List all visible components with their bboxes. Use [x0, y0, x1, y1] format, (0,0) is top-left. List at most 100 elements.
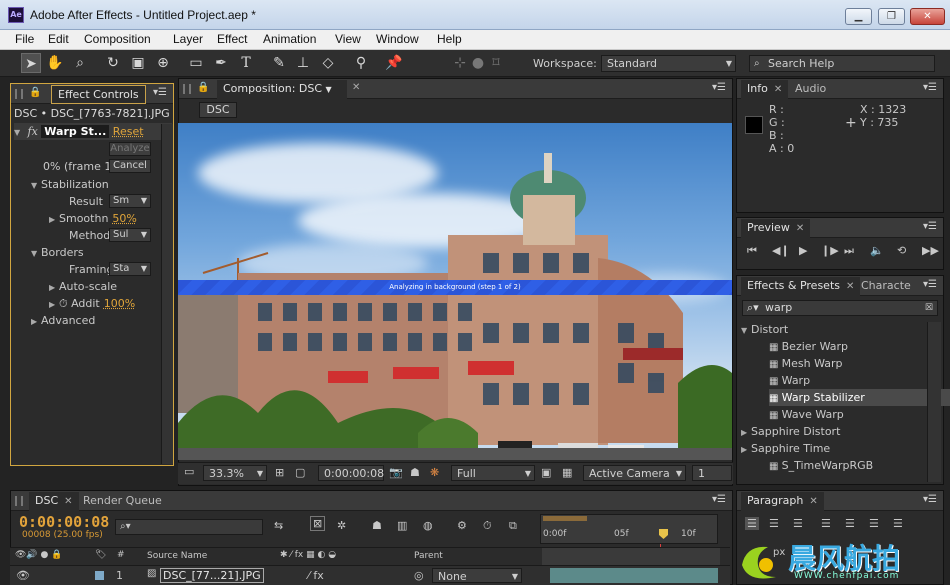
panel-menu-icon[interactable]: ▾☰	[712, 494, 726, 505]
expand-triangle-icon[interactable]: ▼	[31, 177, 41, 194]
comp-mini-flowchart-icon[interactable]: ⇆	[274, 519, 283, 532]
effects-category-row[interactable]: ▶ Sapphire Time	[741, 440, 929, 457]
region-of-interest-icon[interactable]: ▣	[541, 466, 551, 479]
play-icon[interactable]: ▶	[799, 244, 807, 257]
effect-prop-select[interactable]: Sm ▼	[109, 194, 151, 208]
panel-menu-icon[interactable]: ▾☰	[923, 221, 937, 232]
close-tab-icon[interactable]: ✕	[796, 223, 804, 234]
effects-item-row[interactable]: ▦ Mesh Warp	[769, 355, 950, 372]
source-name-header[interactable]: Source Name	[147, 551, 207, 561]
selection-tool-icon[interactable]: ➤	[21, 53, 41, 73]
effect-prop-row[interactable]: Method	[59, 227, 110, 244]
effect-prop-select[interactable]: Sta ▼	[109, 262, 151, 276]
cancel-button[interactable]: Cancel	[109, 159, 151, 173]
panel-menu-icon[interactable]: ▾☰	[712, 82, 726, 93]
audio-icon[interactable]: 🔈	[870, 244, 884, 257]
time-ruler[interactable]: 0:00f 05f 10f	[540, 514, 718, 544]
lock-icon[interactable]: 🔒	[29, 87, 41, 98]
menu-effect[interactable]: Effect	[217, 32, 247, 46]
effect-prop-row[interactable]: ▶ Smoothn 50%	[49, 210, 137, 227]
view-axis-icon[interactable]: ⌑	[486, 53, 506, 73]
work-area-bar[interactable]	[543, 516, 587, 521]
panel-menu-icon[interactable]: ▾☰	[153, 87, 167, 98]
current-time-display[interactable]: 0:00:00:08	[318, 465, 384, 481]
zoom-tool-icon[interactable]: ⌕	[70, 53, 90, 73]
effect-prop-row[interactable]: Result	[59, 193, 103, 210]
channel-icon[interactable]: ❋	[430, 466, 439, 479]
panel-grip-icon[interactable]	[15, 496, 23, 506]
menu-layer[interactable]: Layer	[173, 32, 203, 46]
effect-prop-row[interactable]: Framing	[59, 261, 114, 278]
roto-brush-tool-icon[interactable]: ⚲	[351, 53, 371, 73]
brush-tool-icon[interactable]: ✎	[269, 53, 289, 73]
mask-visibility-icon[interactable]: ▢	[295, 466, 305, 479]
collapse-triangle-icon[interactable]: ▼	[14, 124, 24, 141]
tab-render-queue[interactable]: Render Queue	[77, 492, 168, 511]
effect-prop-row[interactable]: ▼ Stabilization	[31, 176, 109, 193]
effect-prop-row[interactable]: ▶ Advanced	[31, 312, 95, 329]
tab-info[interactable]: Info ✕	[741, 80, 789, 99]
align-left-icon[interactable]: ☰	[745, 517, 759, 530]
brainstorm-icon[interactable]: ⚙	[457, 519, 467, 532]
parent-header[interactable]: Parent	[414, 551, 443, 561]
close-tab-icon[interactable]: ✕	[64, 496, 72, 507]
chevron-down-icon[interactable]: ▼	[326, 85, 332, 94]
resolution-select[interactable]: Full ▼	[451, 465, 535, 481]
stopwatch-icon[interactable]: ⏱	[59, 297, 71, 310]
expand-triangle-icon[interactable]: ▶	[49, 279, 59, 296]
tab-paragraph[interactable]: Paragraph ✕	[741, 492, 824, 511]
fx-icon[interactable]: ⁄ fx	[308, 569, 324, 582]
expand-triangle-icon[interactable]: ▶	[49, 211, 59, 228]
layer-name[interactable]: DSC_[77...21].JPG	[160, 568, 264, 583]
frame-blending-icon[interactable]: ▥	[397, 519, 407, 532]
justify-right-icon[interactable]: ☰	[869, 517, 879, 530]
tab-audio[interactable]: Audio	[789, 80, 832, 99]
expand-triangle-icon[interactable]: ▶	[49, 296, 59, 313]
effect-name[interactable]: Warp St...	[41, 125, 110, 138]
expand-triangle-icon[interactable]: ▶	[31, 313, 41, 330]
playhead-icon[interactable]	[659, 529, 668, 539]
parent-select[interactable]: None ▼	[432, 568, 522, 583]
title-action-safe-icon[interactable]: ⊞	[275, 466, 284, 479]
effects-category-row[interactable]: ▶ Sapphire Distort	[741, 423, 929, 440]
close-tab-icon[interactable]: ✕	[774, 84, 782, 95]
composition-viewer[interactable]: Analyzing in background (step 1 of 2)	[178, 123, 732, 460]
align-center-icon[interactable]: ☰	[769, 517, 779, 530]
close-tab-icon[interactable]: ✕	[809, 496, 817, 507]
effects-item-row[interactable]: ▦ Wave Warp	[769, 406, 950, 423]
panel-menu-icon[interactable]: ▾☰	[923, 494, 937, 505]
effect-prop-value[interactable]: 100%	[104, 297, 135, 310]
panel-menu-icon[interactable]: ▾☰	[923, 82, 937, 93]
panel-grip-icon[interactable]	[183, 84, 191, 94]
search-help-input[interactable]: ⌕ Search Help	[749, 55, 935, 72]
menu-window[interactable]: Window	[376, 32, 419, 46]
maximize-button[interactable]: ❐	[878, 8, 905, 25]
panel-menu-icon[interactable]: ▾☰	[923, 279, 937, 290]
close-tab-icon[interactable]: ✕	[352, 82, 360, 93]
effects-item-row[interactable]: ▦ S_TimeWarpRGB	[769, 457, 950, 474]
show-snapshot-icon[interactable]: ☗	[410, 466, 420, 479]
menu-animation[interactable]: Animation	[263, 32, 316, 46]
motion-blur-icon[interactable]: ◍	[423, 519, 433, 532]
rotate-tool-icon[interactable]: ↻	[103, 53, 123, 73]
effects-item-row[interactable]: ▦ Warp Stabilizer	[769, 389, 950, 406]
expand-triangle-icon[interactable]: ▼	[31, 245, 41, 262]
analyze-button[interactable]: Analyze	[109, 142, 151, 156]
camera-tool-icon[interactable]: ▣	[128, 53, 148, 73]
align-right-icon[interactable]: ☰	[793, 517, 803, 530]
puppet-pin-tool-icon[interactable]: 📌	[384, 53, 404, 73]
clear-search-icon[interactable]: ☒	[925, 301, 933, 315]
menu-file[interactable]: File	[15, 32, 34, 46]
zoom-select[interactable]: 33.3% ▼	[203, 465, 267, 481]
effect-prop-row[interactable]: ▶ ⏱ Addit 100%	[49, 295, 135, 312]
fx-icon[interactable]: fx	[28, 125, 38, 138]
justify-center-icon[interactable]: ☰	[845, 517, 855, 530]
previous-frame-icon[interactable]: ◀❙	[772, 244, 790, 257]
tab-composition[interactable]: Composition: DSC ▼	[217, 80, 347, 99]
menu-help[interactable]: Help	[437, 32, 462, 46]
justify-all-icon[interactable]: ☰	[893, 517, 903, 530]
effect-prop-select[interactable]: Sul ▼	[109, 228, 151, 242]
pen-tool-icon[interactable]: ✒	[211, 53, 231, 73]
effects-item-row[interactable]: ▦ Warp	[769, 372, 950, 389]
effects-search-input[interactable]: ⌕▾ warp ☒	[742, 300, 938, 316]
